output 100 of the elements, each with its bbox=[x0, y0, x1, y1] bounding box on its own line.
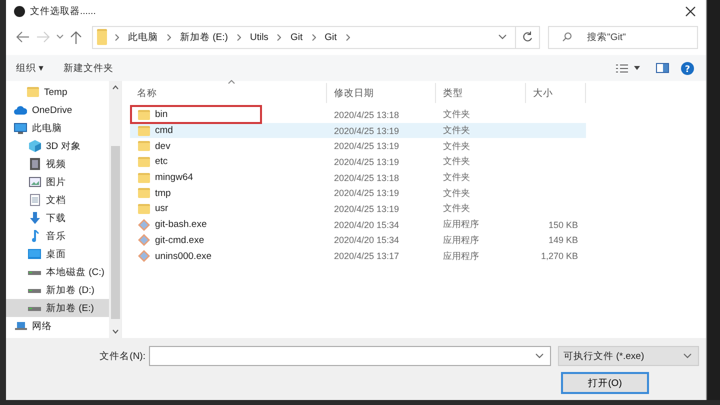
toolbar-button[interactable]: 新建文件夹 bbox=[63, 60, 114, 76]
chevron-right-icon[interactable] bbox=[346, 34, 350, 40]
file-name[interactable]: bin bbox=[155, 109, 168, 120]
chevron-down-icon[interactable] bbox=[535, 353, 544, 359]
preview-pane-icon[interactable] bbox=[656, 63, 669, 73]
breadcrumb-link[interactable]: Git bbox=[290, 32, 303, 42]
file-name[interactable]: git-cmd.exe bbox=[155, 234, 204, 246]
sidebar-item[interactable]: 新加卷 (D:) bbox=[6, 281, 109, 299]
file-name[interactable]: etc bbox=[155, 156, 168, 168]
sidebar-item[interactable]: 本地磁盘 (C:) bbox=[6, 263, 109, 281]
file-row[interactable]: bin 2020/4/25 13:18 文件夹 bbox=[130, 107, 586, 123]
search-field[interactable]: 搜索"Git" bbox=[548, 26, 698, 48]
sidebar-item[interactable]: 此电脑 bbox=[6, 119, 109, 137]
chevron-right-icon[interactable] bbox=[312, 34, 316, 40]
folder-icon bbox=[137, 188, 150, 198]
file-name[interactable]: tmp bbox=[155, 188, 171, 199]
chevron-down-icon[interactable] bbox=[498, 34, 507, 40]
column-header[interactable]: 大小 bbox=[526, 83, 586, 103]
file-name[interactable]: usr bbox=[155, 203, 168, 214]
sidebar-item[interactable]: 图片 bbox=[6, 173, 109, 191]
up-arrow-icon[interactable] bbox=[70, 30, 82, 44]
file-row[interactable]: mingw64 2020/4/25 13:18 文件夹 bbox=[130, 170, 586, 186]
sidebar-item[interactable]: OneDrive bbox=[6, 101, 109, 119]
application-icon bbox=[137, 250, 150, 262]
date-cell: 2020/4/20 15:34 bbox=[334, 220, 400, 230]
caret-icon[interactable] bbox=[634, 66, 640, 70]
date-cell: 2020/4/25 13:19 bbox=[334, 141, 400, 152]
file-name[interactable]: cmd bbox=[155, 125, 173, 136]
type-cell: 文件夹 bbox=[443, 124, 470, 138]
breadcrumb-link[interactable]: 此电脑 bbox=[128, 30, 158, 44]
file-name[interactable]: unins000.exe bbox=[155, 250, 212, 262]
sidebar-item[interactable]: 文档 bbox=[6, 191, 109, 209]
filename-field[interactable] bbox=[149, 346, 552, 366]
close-button[interactable] bbox=[683, 4, 698, 18]
file-type-dropdown[interactable]: 可执行文件 (*.exe) bbox=[558, 346, 699, 366]
scroll-up-icon[interactable] bbox=[112, 85, 118, 90]
sidebar-item[interactable]: 视频 bbox=[6, 155, 109, 173]
sidebar-item[interactable]: 桌面 bbox=[6, 245, 109, 263]
type-cell: 应用程序 bbox=[443, 250, 479, 263]
chevron-right-icon[interactable] bbox=[115, 34, 119, 40]
file-row[interactable]: usr 2020/4/25 13:19 文件夹 bbox=[130, 201, 586, 217]
size-cell: 149 KB bbox=[548, 235, 578, 246]
app-logo-icon bbox=[14, 6, 25, 16]
file-name[interactable]: git-bash.exe bbox=[155, 219, 207, 230]
down-arrow-icon bbox=[28, 212, 41, 224]
back-arrow-icon[interactable] bbox=[16, 31, 30, 43]
column-header[interactable]: 类型 bbox=[436, 83, 526, 103]
column-header[interactable]: 修改日期 bbox=[327, 83, 436, 103]
breadcrumb-link[interactable]: Git bbox=[324, 32, 337, 42]
scrollbar[interactable] bbox=[109, 81, 121, 338]
file-row[interactable]: etc 2020/4/25 13:19 文件夹 bbox=[130, 154, 586, 170]
view-list-icon[interactable] bbox=[616, 64, 628, 72]
sidebar-item[interactable]: 3D 对象 bbox=[6, 137, 109, 155]
chevron-right-icon[interactable] bbox=[236, 34, 241, 40]
sidebar-item[interactable]: 音乐 bbox=[6, 227, 109, 245]
date-cell: 2020/4/25 13:18 bbox=[334, 110, 400, 120]
chevron-down-icon[interactable] bbox=[56, 34, 64, 40]
chevron-down-icon bbox=[683, 353, 692, 359]
sort-caret-icon bbox=[228, 80, 235, 84]
type-cell: 文件夹 bbox=[443, 140, 470, 153]
file-name[interactable]: mingw64 bbox=[155, 172, 194, 184]
refresh-button[interactable] bbox=[516, 26, 540, 48]
application-icon bbox=[137, 234, 150, 246]
address-bar[interactable]: 此电脑 新加卷 (E:) Utils Git Git bbox=[92, 26, 516, 48]
file-row[interactable]: tmp 2020/4/25 13:19 文件夹 bbox=[130, 185, 586, 202]
sidebar-item[interactable]: 下载 bbox=[6, 209, 109, 227]
file-row[interactable]: unins000.exe 2020/4/25 13:17 应用程序 1,270 KB bbox=[130, 248, 586, 264]
sidebar-item[interactable]: 网络 bbox=[6, 317, 109, 335]
size-cell: 1,270 KB bbox=[540, 251, 578, 262]
help-icon[interactable]: ? bbox=[681, 62, 694, 74]
type-cell: 应用程序 bbox=[443, 218, 479, 232]
folder-icon bbox=[137, 172, 150, 183]
desktop-icon bbox=[28, 249, 41, 259]
folder-icon bbox=[137, 110, 150, 120]
chevron-right-icon[interactable] bbox=[167, 34, 171, 40]
open-button[interactable]: 打开(O) bbox=[561, 372, 649, 394]
date-cell: 2020/4/25 13:19 bbox=[334, 188, 400, 198]
sidebar-item[interactable]: 新加卷 (E:) bbox=[6, 299, 109, 317]
sidebar-item[interactable]: Temp bbox=[6, 83, 109, 101]
file-name[interactable]: dev bbox=[155, 140, 170, 152]
file-row[interactable]: git-cmd.exe 2020/4/20 15:34 应用程序 149 KB bbox=[130, 232, 586, 248]
breadcrumb-link[interactable]: 新加卷 (E:) bbox=[180, 30, 228, 44]
chevron-right-icon[interactable] bbox=[277, 34, 282, 40]
search-icon bbox=[562, 32, 572, 42]
folder-icon bbox=[137, 141, 150, 152]
toolbar-button[interactable]: 组织 ▾ bbox=[16, 60, 44, 76]
refresh-icon bbox=[522, 31, 533, 43]
folder-icon bbox=[137, 204, 150, 214]
column-header[interactable]: 名称 bbox=[130, 83, 327, 103]
scroll-thumb[interactable] bbox=[110, 146, 120, 319]
file-row[interactable]: git-bash.exe 2020/4/20 15:34 应用程序 150 KB bbox=[130, 216, 586, 232]
type-cell: 文件夹 bbox=[443, 155, 470, 168]
scroll-down-icon[interactable] bbox=[112, 329, 118, 334]
film-icon bbox=[28, 158, 41, 170]
monitor-icon bbox=[14, 122, 27, 134]
file-row[interactable]: cmd 2020/4/25 13:19 文件夹 bbox=[130, 122, 586, 138]
breadcrumb-link[interactable]: Utils bbox=[250, 32, 268, 42]
file-row[interactable]: dev 2020/4/25 13:19 文件夹 bbox=[130, 138, 586, 154]
date-cell: 2020/4/25 13:19 bbox=[334, 156, 400, 167]
date-cell: 2020/4/25 13:17 bbox=[334, 251, 400, 262]
